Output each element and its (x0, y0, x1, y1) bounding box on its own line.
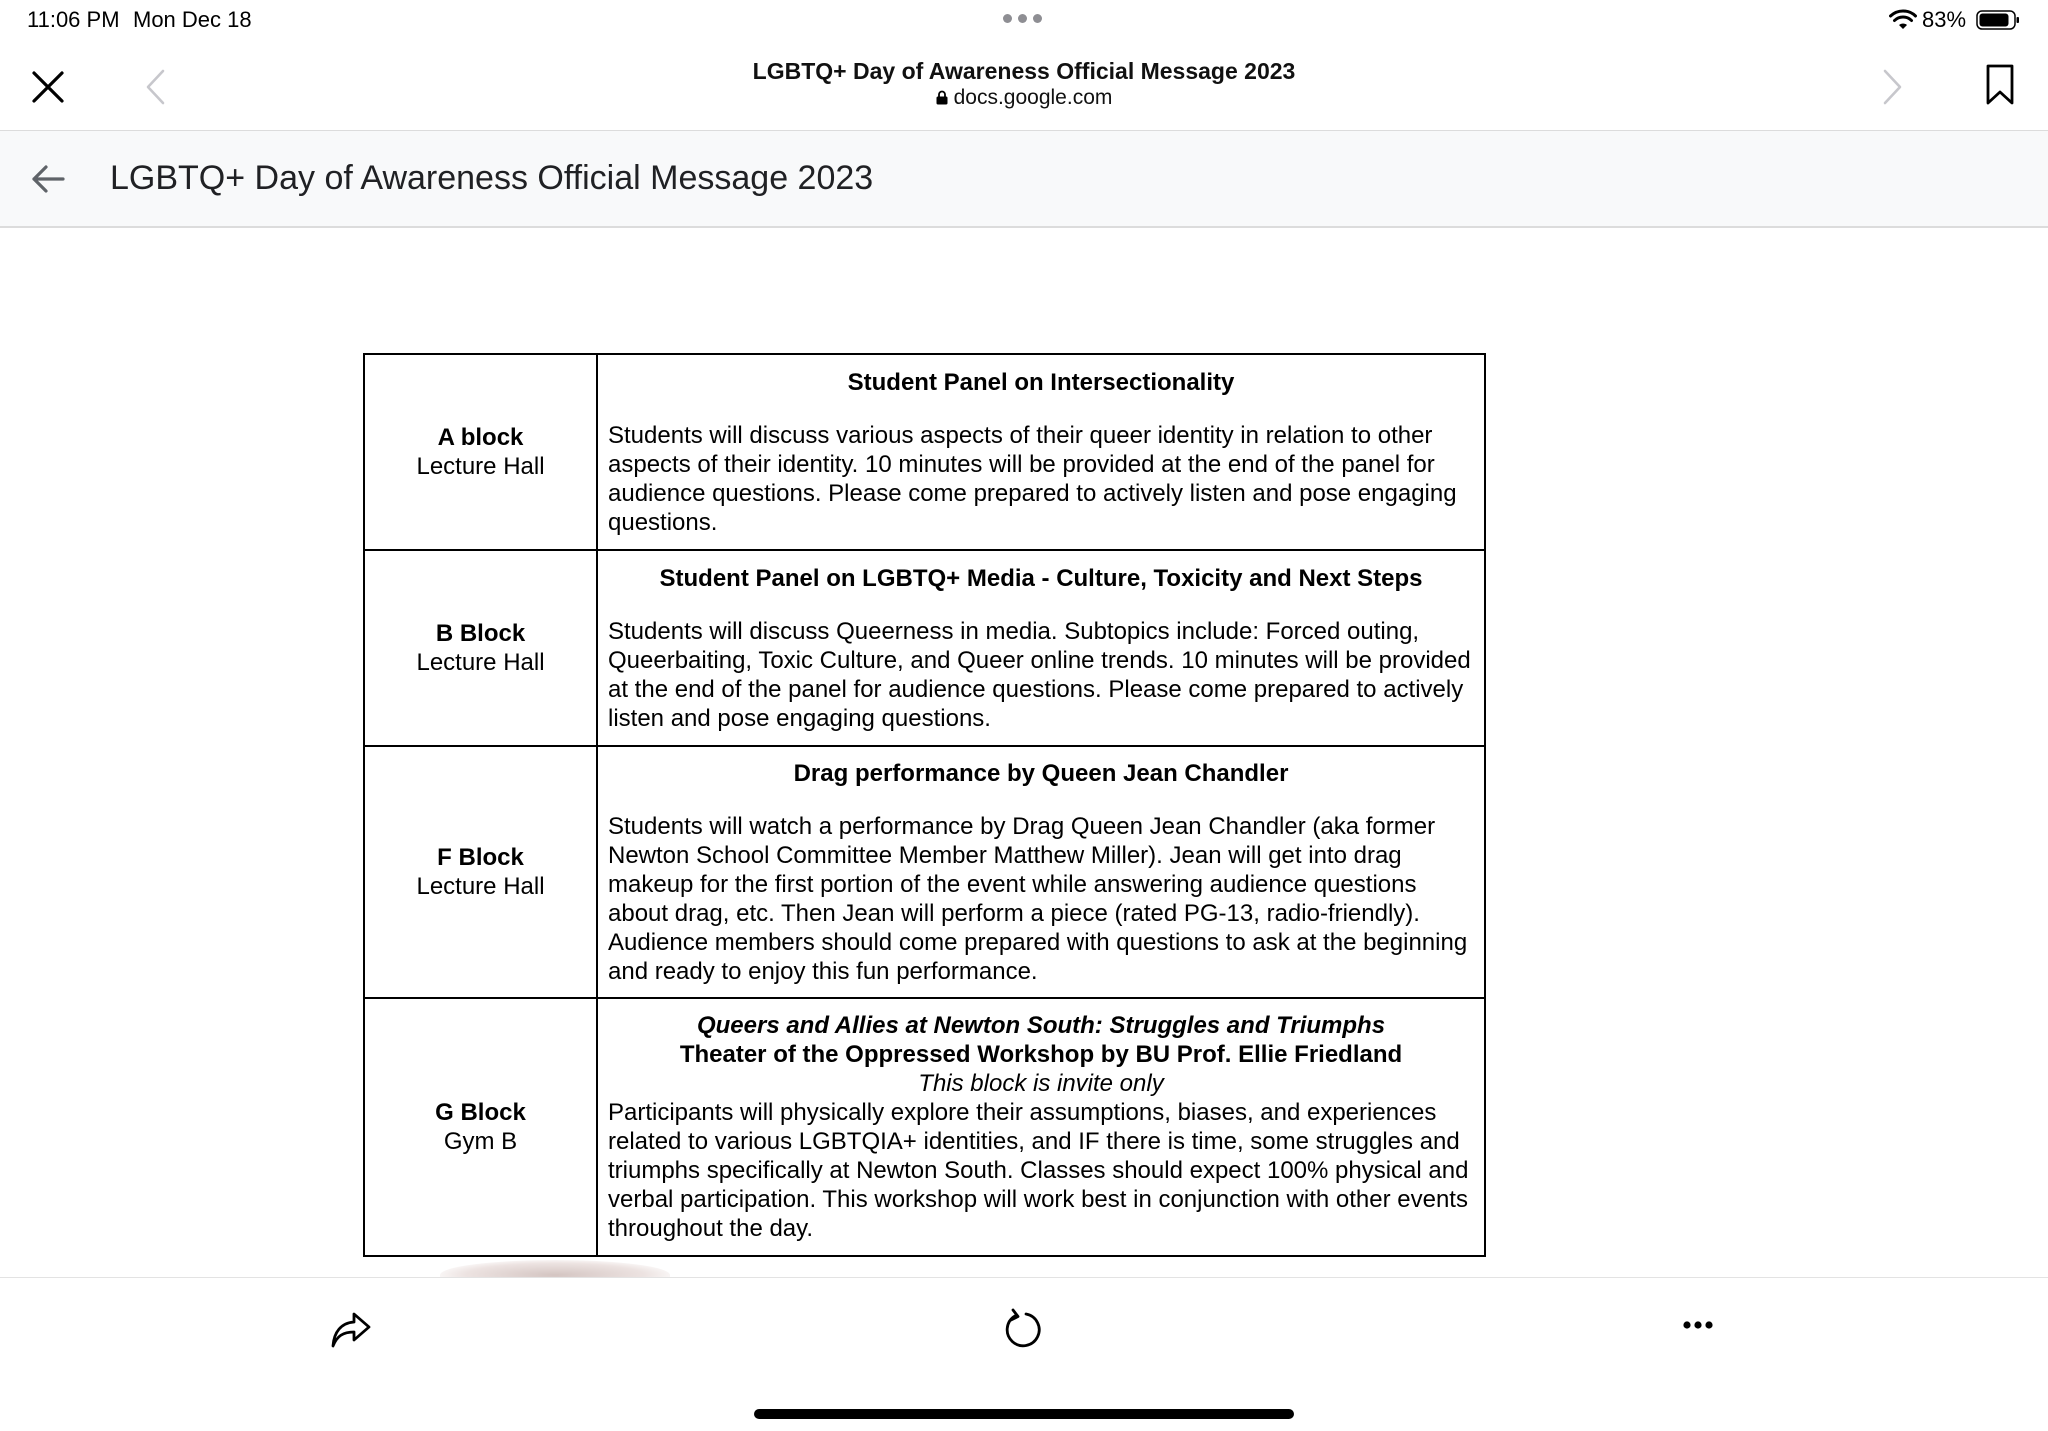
event-note: This block is invite only (918, 1070, 1164, 1097)
browser-toolbar: LGBTQ+ Day of Awareness Official Message… (0, 40, 2048, 131)
browser-url[interactable]: docs.google.com (524, 86, 1524, 110)
block-cell: F Block Lecture Hall (363, 745, 598, 999)
page: 11:06 PM Mon Dec 18 83% LGBTQ+ Day of Aw… (0, 0, 2048, 1431)
close-icon[interactable] (31, 70, 65, 104)
battery-icon (1976, 10, 2019, 30)
block-cell: G Block Gym B (363, 997, 598, 1257)
event-title: Student Panel on Intersectionality (847, 368, 1235, 396)
more-icon[interactable] (1683, 1320, 1713, 1330)
block-room: Lecture Hall (416, 873, 545, 900)
event-cell: Student Panel on Intersectionality Stude… (596, 353, 1486, 551)
event-cell: Drag performance by Queen Jean Chandler … (596, 745, 1486, 999)
document-body[interactable]: A block Lecture Hall Student Panel on In… (0, 228, 2048, 1277)
block-name: B Block (435, 620, 526, 647)
bottom-toolbar (0, 1277, 2048, 1431)
event-cell: Queers and Allies at Newton South: Strug… (596, 997, 1486, 1257)
block-room: Lecture Hall (416, 453, 545, 480)
doc-title: LGBTQ+ Day of Awareness Official Message… (110, 159, 874, 197)
event-subtitle: Theater of the Oppressed Workshop by BU … (679, 1041, 1403, 1068)
event-cell: Student Panel on LGBTQ+ Media - Culture,… (596, 549, 1486, 747)
wifi-icon (1889, 9, 1917, 29)
browser-page-title: LGBTQ+ Day of Awareness Official Message… (752, 58, 1296, 84)
browser-url-text: docs.google.com (953, 86, 1113, 109)
status-bar: 11:06 PM Mon Dec 18 83% (0, 0, 2048, 40)
multitasking-dots-icon[interactable] (1003, 14, 1045, 26)
table-row: F Block Lecture Hall Drag performance by… (363, 745, 1486, 999)
block-cell: A block Lecture Hall (363, 353, 598, 551)
reload-icon[interactable] (1002, 1308, 1042, 1352)
status-time: 11:06 PM (27, 7, 120, 32)
event-description: Students will discuss various aspects of… (608, 421, 1457, 536)
block-name: F Block (437, 844, 524, 871)
chevron-right-icon[interactable] (1882, 68, 1904, 106)
event-description: Students will watch a performance by Dra… (608, 812, 1468, 985)
event-title: Queers and Allies at Newton South: Strug… (696, 1012, 1386, 1039)
event-description: Participants will physically explore the… (608, 1099, 1469, 1242)
chevron-left-icon[interactable] (144, 68, 166, 106)
lock-icon (936, 90, 948, 105)
block-name: G Block (435, 1099, 526, 1126)
table-row: B Block Lecture Hall Student Panel on LG… (363, 549, 1486, 747)
bookmark-icon[interactable] (1985, 64, 2015, 106)
doc-header: LGBTQ+ Day of Awareness Official Message… (0, 131, 2048, 228)
block-room: Lecture Hall (416, 649, 545, 676)
table-row: G Block Gym B Queers and Allies at Newto… (363, 997, 1486, 1257)
arrow-back-icon[interactable] (30, 163, 66, 195)
table-row: A block Lecture Hall Student Panel on In… (363, 353, 1486, 551)
share-icon[interactable] (329, 1308, 373, 1350)
block-name: A block (437, 424, 524, 451)
event-description: Students will discuss Queerness in media… (608, 617, 1471, 732)
block-room: Gym B (443, 1128, 518, 1155)
image-peek (440, 1260, 670, 1277)
block-cell: B Block Lecture Hall (363, 549, 598, 747)
home-indicator[interactable] (754, 1409, 1294, 1419)
event-title: Student Panel on LGBTQ+ Media - Culture,… (659, 564, 1423, 592)
event-title: Drag performance by Queen Jean Chandler (793, 759, 1289, 787)
schedule-table: A block Lecture Hall Student Panel on In… (363, 353, 1486, 1257)
battery-percentage: 83% (1922, 7, 1967, 32)
status-date: Mon Dec 18 (133, 7, 252, 32)
